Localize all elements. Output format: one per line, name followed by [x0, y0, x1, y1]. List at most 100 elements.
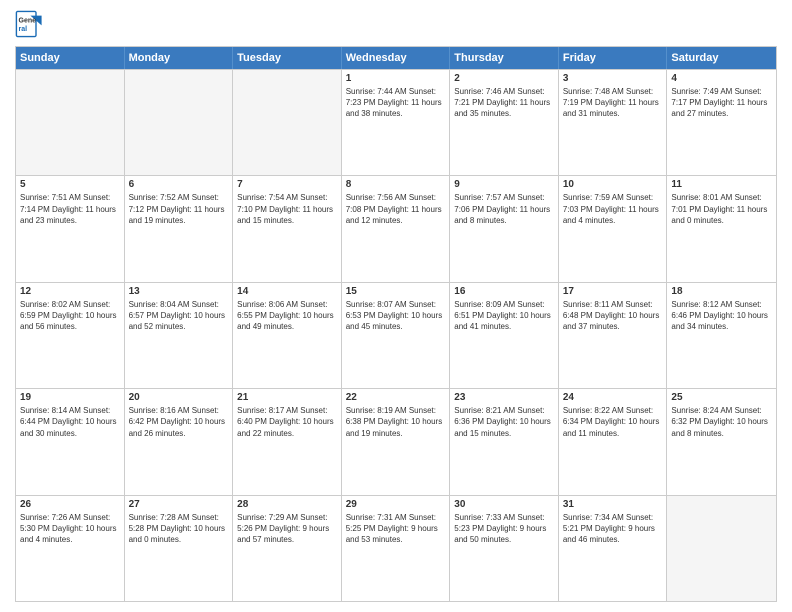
day-info: Sunrise: 8:02 AM Sunset: 6:59 PM Dayligh… — [20, 299, 120, 333]
calendar-cell — [16, 70, 125, 175]
day-number: 23 — [454, 392, 554, 403]
calendar-cell: 4Sunrise: 7:49 AM Sunset: 7:17 PM Daylig… — [667, 70, 776, 175]
day-info: Sunrise: 7:33 AM Sunset: 5:23 PM Dayligh… — [454, 512, 554, 546]
day-number: 27 — [129, 499, 229, 510]
day-number: 6 — [129, 179, 229, 190]
calendar-cell: 22 Sunrise: 8:19 AM Sunset: 6:38 PM Dayli… — [342, 389, 451, 494]
day-info: Sunrise: 8:09 AM Sunset: 6:51 PM Dayligh… — [454, 299, 554, 333]
day-info: Sunrise: 8:21 AM Sunset: 6:36 PM Dayligh… — [454, 405, 554, 439]
day-info: Sunrise: 7:56 AM Sunset: 7:08 PM Dayligh… — [346, 192, 446, 226]
day-number: 12 — [20, 286, 120, 297]
day-number: 18 — [671, 286, 772, 297]
day-info: Sunrise: 8:11 AM Sunset: 6:48 PM Dayligh… — [563, 299, 663, 333]
day-info: Sunrise: 7:46 AM Sunset: 7:21 PM Dayligh… — [454, 86, 554, 120]
day-number: 4 — [671, 73, 772, 84]
day-number: 28 — [237, 499, 337, 510]
header-tuesday: Tuesday — [233, 47, 342, 69]
day-info: Sunrise: 7:54 AM Sunset: 7:10 PM Dayligh… — [237, 192, 337, 226]
calendar-week-4: 26Sunrise: 7:26 AM Sunset: 5:30 PM Dayli… — [16, 495, 776, 601]
logo-icon: Gene ral — [15, 10, 43, 38]
header: Gene ral — [15, 10, 777, 38]
calendar-cell: 18 Sunrise: 8:12 AM Sunset: 6:46 PM Dayli… — [667, 283, 776, 388]
calendar-cell: 27 Sunrise: 7:28 AM Sunset: 5:28 PM Dayli… — [125, 496, 234, 601]
day-info: Sunrise: 7:28 AM Sunset: 5:28 PM Dayligh… — [129, 512, 229, 546]
day-info: Sunrise: 7:57 AM Sunset: 7:06 PM Dayligh… — [454, 192, 554, 226]
calendar-cell: 16Sunrise: 8:09 AM Sunset: 6:51 PM Dayli… — [450, 283, 559, 388]
calendar-cell: 11Sunrise: 8:01 AM Sunset: 7:01 PM Dayli… — [667, 176, 776, 281]
page: Gene ral Sunday Monday Tuesday Wednesday… — [0, 0, 792, 612]
svg-text:ral: ral — [19, 26, 28, 33]
calendar-week-3: 19 Sunrise: 8:14 AM Sunset: 6:44 PM Dayli… — [16, 388, 776, 494]
day-info: Sunrise: 8:17 AM Sunset: 6:40 PM Dayligh… — [237, 405, 337, 439]
day-number: 10 — [563, 179, 663, 190]
calendar-cell — [667, 496, 776, 601]
calendar-cell: 15 Sunrise: 8:07 AM Sunset: 6:53 PM Dayli… — [342, 283, 451, 388]
day-info: Sunrise: 7:52 AM Sunset: 7:12 PM Dayligh… — [129, 192, 229, 226]
logo: Gene ral — [15, 10, 47, 38]
calendar-cell: 6 Sunrise: 7:52 AM Sunset: 7:12 PM Daylig… — [125, 176, 234, 281]
day-number: 1 — [346, 73, 446, 84]
day-number: 5 — [20, 179, 120, 190]
day-info: Sunrise: 8:19 AM Sunset: 6:38 PM Dayligh… — [346, 405, 446, 439]
calendar-cell: 31 Sunrise: 7:34 AM Sunset: 5:21 PM Dayli… — [559, 496, 668, 601]
day-number: 19 — [20, 392, 120, 403]
calendar-cell: 1 Sunrise: 7:44 AM Sunset: 7:23 PM Daylig… — [342, 70, 451, 175]
day-number: 8 — [346, 179, 446, 190]
calendar-cell: 19 Sunrise: 8:14 AM Sunset: 6:44 PM Dayli… — [16, 389, 125, 494]
day-info: Sunrise: 7:44 AM Sunset: 7:23 PM Dayligh… — [346, 86, 446, 120]
calendar-cell: 12 Sunrise: 8:02 AM Sunset: 6:59 PM Dayli… — [16, 283, 125, 388]
day-info: Sunrise: 8:01 AM Sunset: 7:01 PM Dayligh… — [671, 192, 772, 226]
calendar-cell: 2 Sunrise: 7:46 AM Sunset: 7:21 PM Daylig… — [450, 70, 559, 175]
calendar-cell: 24 Sunrise: 8:22 AM Sunset: 6:34 PM Dayli… — [559, 389, 668, 494]
day-number: 15 — [346, 286, 446, 297]
day-number: 29 — [346, 499, 446, 510]
header-wednesday: Wednesday — [342, 47, 451, 69]
calendar-cell: 5Sunrise: 7:51 AM Sunset: 7:14 PM Daylig… — [16, 176, 125, 281]
day-info: Sunrise: 7:34 AM Sunset: 5:21 PM Dayligh… — [563, 512, 663, 546]
day-number: 30 — [454, 499, 554, 510]
day-info: Sunrise: 8:07 AM Sunset: 6:53 PM Dayligh… — [346, 299, 446, 333]
day-number: 31 — [563, 499, 663, 510]
calendar-body: 1 Sunrise: 7:44 AM Sunset: 7:23 PM Daylig… — [16, 69, 776, 601]
calendar-week-1: 5Sunrise: 7:51 AM Sunset: 7:14 PM Daylig… — [16, 175, 776, 281]
day-number: 20 — [129, 392, 229, 403]
day-number: 9 — [454, 179, 554, 190]
day-info: Sunrise: 8:14 AM Sunset: 6:44 PM Dayligh… — [20, 405, 120, 439]
calendar-cell: 8 Sunrise: 7:56 AM Sunset: 7:08 PM Daylig… — [342, 176, 451, 281]
calendar-cell: 29 Sunrise: 7:31 AM Sunset: 5:25 PM Dayli… — [342, 496, 451, 601]
calendar-header: Sunday Monday Tuesday Wednesday Thursday… — [16, 47, 776, 69]
day-info: Sunrise: 8:24 AM Sunset: 6:32 PM Dayligh… — [671, 405, 772, 439]
calendar-week-0: 1 Sunrise: 7:44 AM Sunset: 7:23 PM Daylig… — [16, 69, 776, 175]
calendar-cell: 23 Sunrise: 8:21 AM Sunset: 6:36 PM Dayli… — [450, 389, 559, 494]
day-number: 3 — [563, 73, 663, 84]
day-number: 14 — [237, 286, 337, 297]
day-number: 13 — [129, 286, 229, 297]
calendar-cell: 7Sunrise: 7:54 AM Sunset: 7:10 PM Daylig… — [233, 176, 342, 281]
calendar-cell: 10 Sunrise: 7:59 AM Sunset: 7:03 PM Dayli… — [559, 176, 668, 281]
header-thursday: Thursday — [450, 47, 559, 69]
calendar-cell — [125, 70, 234, 175]
day-info: Sunrise: 7:29 AM Sunset: 5:26 PM Dayligh… — [237, 512, 337, 546]
day-number: 2 — [454, 73, 554, 84]
day-info: Sunrise: 7:26 AM Sunset: 5:30 PM Dayligh… — [20, 512, 120, 546]
calendar-cell: 14Sunrise: 8:06 AM Sunset: 6:55 PM Dayli… — [233, 283, 342, 388]
day-info: Sunrise: 7:31 AM Sunset: 5:25 PM Dayligh… — [346, 512, 446, 546]
calendar-cell: 26Sunrise: 7:26 AM Sunset: 5:30 PM Dayli… — [16, 496, 125, 601]
day-info: Sunrise: 7:59 AM Sunset: 7:03 PM Dayligh… — [563, 192, 663, 226]
calendar-cell: 20 Sunrise: 8:16 AM Sunset: 6:42 PM Dayli… — [125, 389, 234, 494]
header-sunday: Sunday — [16, 47, 125, 69]
day-info: Sunrise: 8:16 AM Sunset: 6:42 PM Dayligh… — [129, 405, 229, 439]
day-info: Sunrise: 8:22 AM Sunset: 6:34 PM Dayligh… — [563, 405, 663, 439]
day-info: Sunrise: 8:04 AM Sunset: 6:57 PM Dayligh… — [129, 299, 229, 333]
header-monday: Monday — [125, 47, 234, 69]
day-number: 21 — [237, 392, 337, 403]
day-number: 24 — [563, 392, 663, 403]
svg-text:Gene: Gene — [19, 18, 37, 25]
calendar-cell: 3Sunrise: 7:48 AM Sunset: 7:19 PM Daylig… — [559, 70, 668, 175]
day-info: Sunrise: 8:12 AM Sunset: 6:46 PM Dayligh… — [671, 299, 772, 333]
calendar-cell: 30 Sunrise: 7:33 AM Sunset: 5:23 PM Dayli… — [450, 496, 559, 601]
calendar-cell: 21 Sunrise: 8:17 AM Sunset: 6:40 PM Dayli… — [233, 389, 342, 494]
calendar-cell: 25Sunrise: 8:24 AM Sunset: 6:32 PM Dayli… — [667, 389, 776, 494]
day-number: 22 — [346, 392, 446, 403]
calendar-cell: 28 Sunrise: 7:29 AM Sunset: 5:26 PM Dayli… — [233, 496, 342, 601]
